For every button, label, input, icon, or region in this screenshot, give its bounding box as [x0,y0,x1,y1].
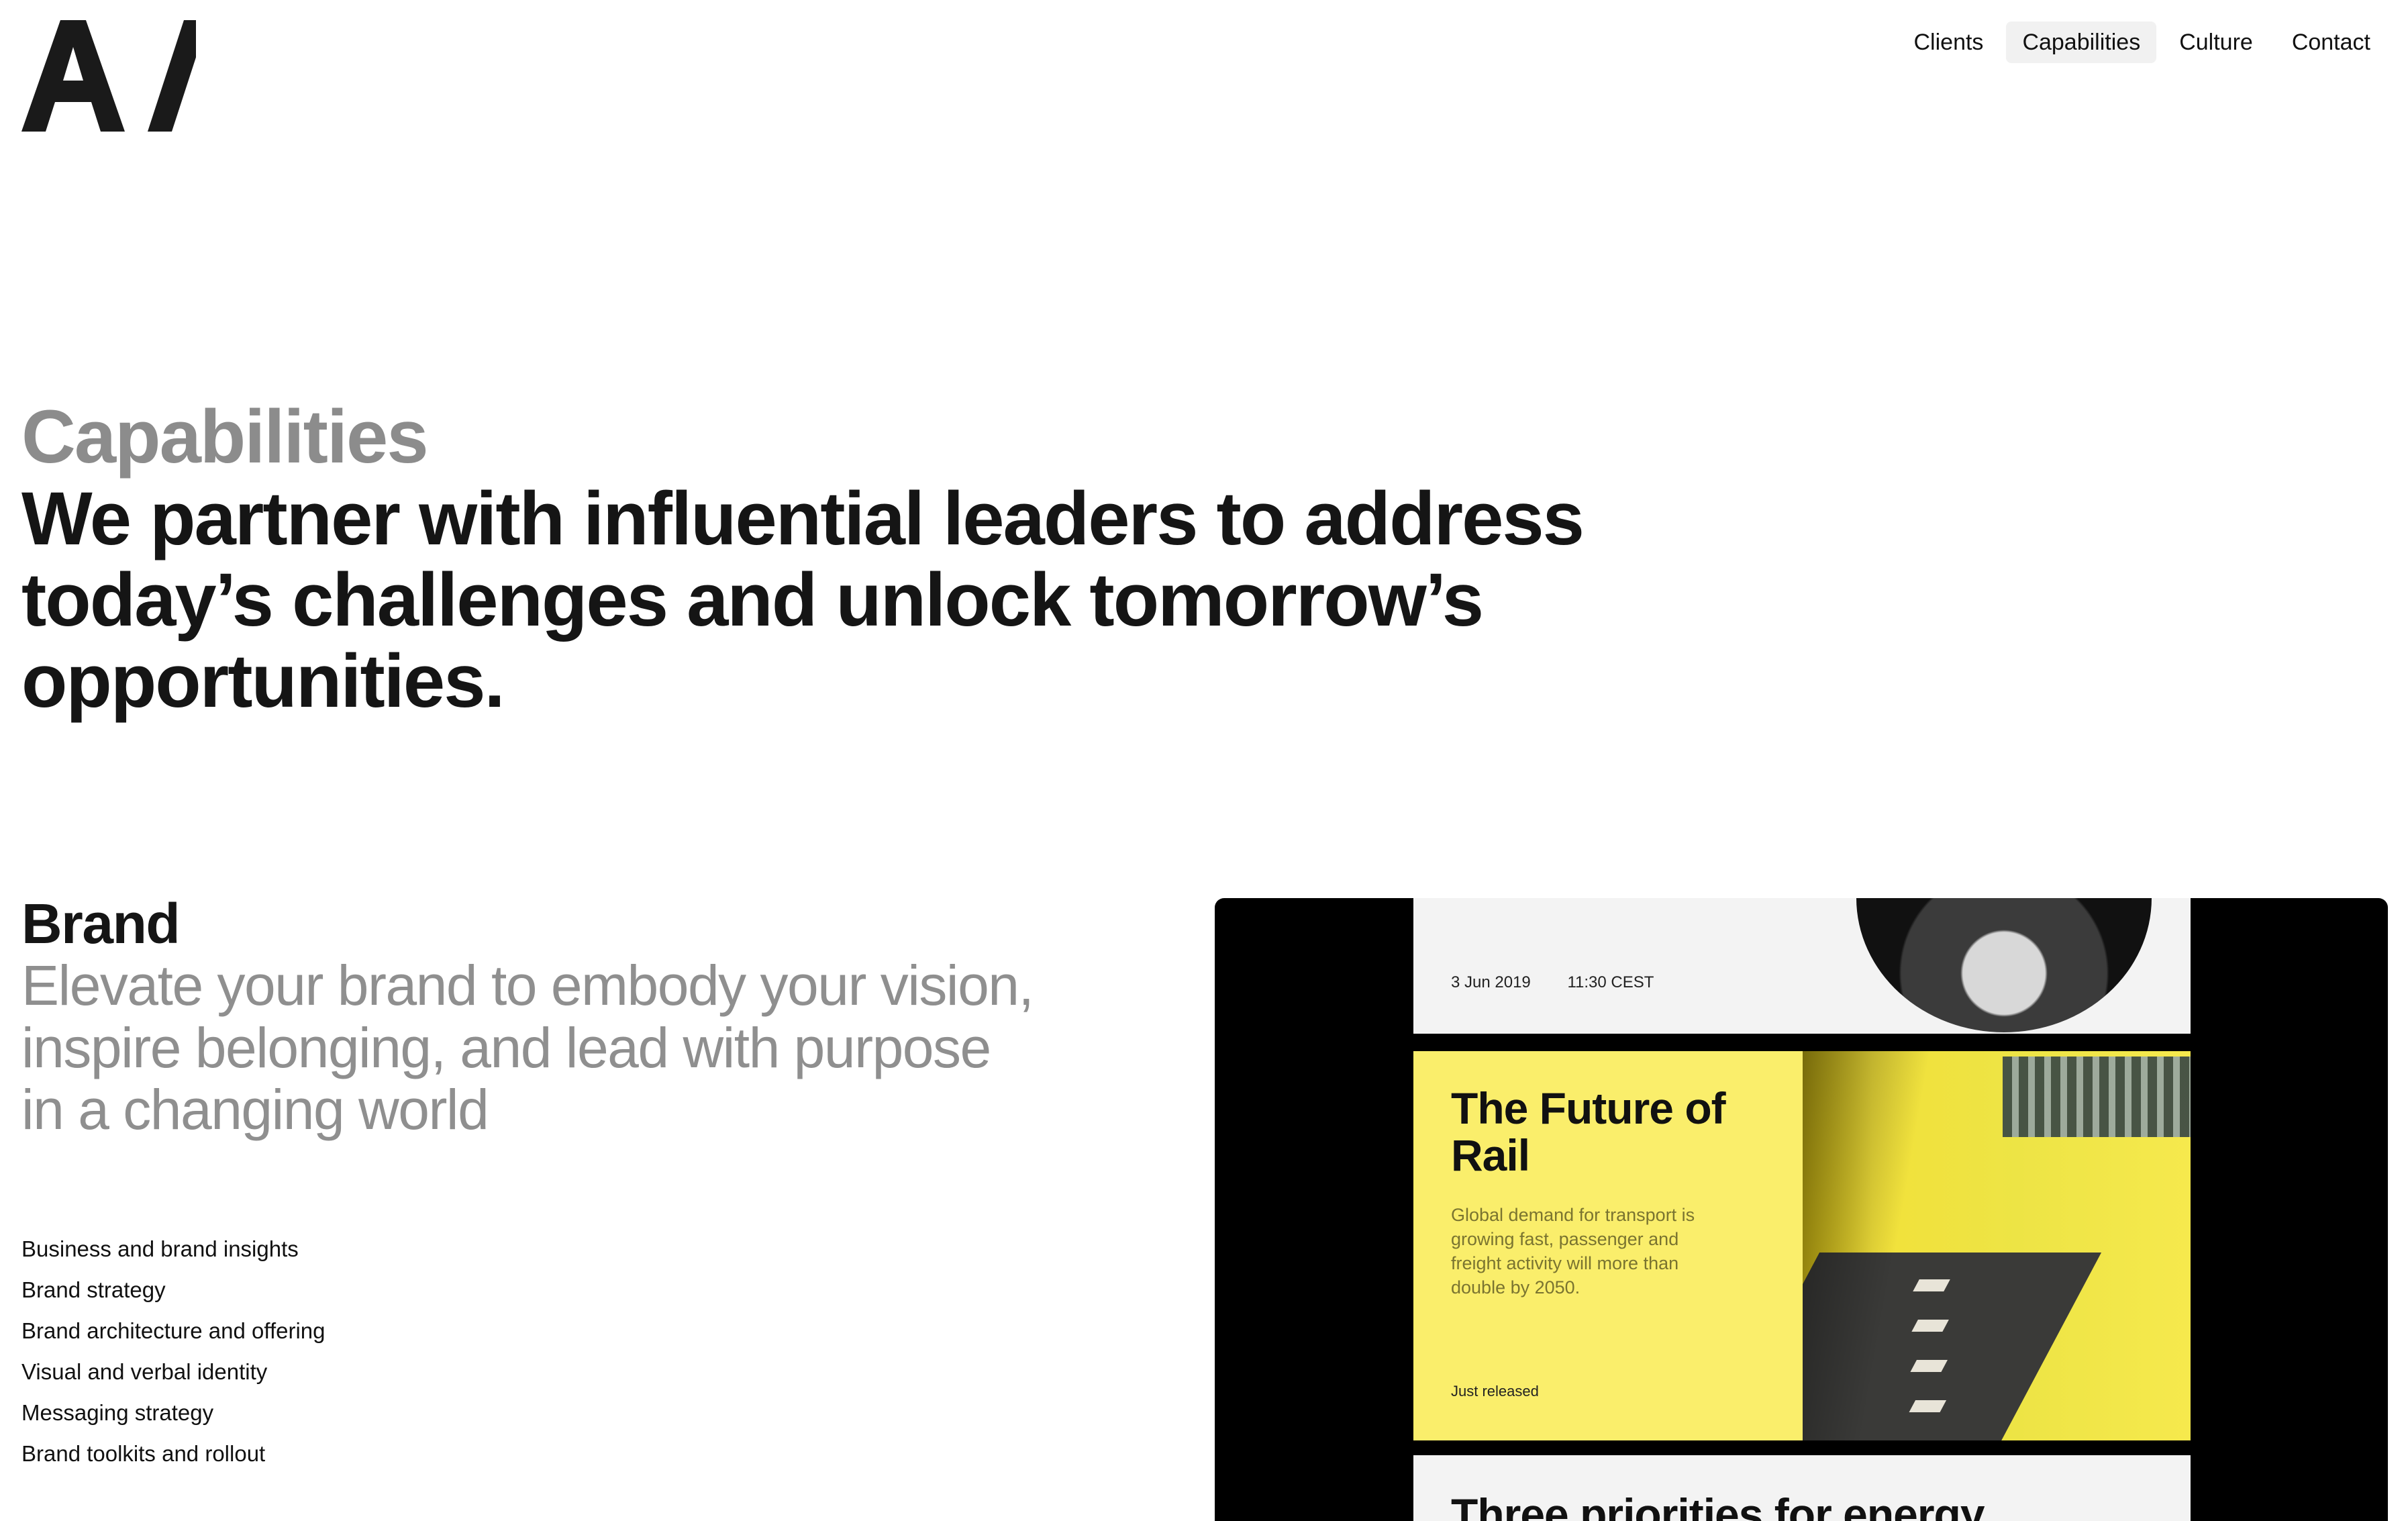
main-nav: Clients Capabilities Culture Contact [1891,21,2387,63]
portrait-image [1856,898,2152,1032]
article-status: Just released [1451,1383,1539,1400]
next-article-title: Three priorities for energy [1451,1489,1985,1521]
section-subtitle: Elevate your brand to embody your vision… [21,954,1034,1142]
train-photo [1803,1051,2191,1440]
section-title: Brand [21,892,181,955]
page-title: Capabilities [21,395,429,479]
photo-shadow [1803,1051,2191,1440]
article-time: 11:30 CEST [1567,973,1654,991]
logo[interactable] [21,12,196,133]
article-meta: 3 Jun 2019 11:30 CEST [1451,973,1686,992]
article-card: The Future of Rail Global demand for tra… [1413,1051,1803,1440]
capability-list: Business and brand insights Brand strate… [21,1228,1095,1474]
article-card-header: 3 Jun 2019 11:30 CEST [1413,898,2191,1034]
brand-section: Brand Elevate your brand to embody your … [21,893,1095,1474]
capability-item: Messaging strategy [21,1400,214,1425]
capability-item: Brand strategy [21,1277,166,1302]
nav-capabilities[interactable]: Capabilities [2006,21,2157,63]
capability-item: Brand architecture and offering [21,1318,325,1343]
next-article-card: Three priorities for energy [1413,1455,2191,1521]
hero-statement: We partner with influential leaders to a… [21,477,1585,724]
feature-showcase[interactable]: 3 Jun 2019 11:30 CEST The Future of Rail… [1215,898,2388,1521]
capability-item: Brand toolkits and rollout [21,1440,266,1466]
article-title: The Future of Rail [1451,1083,1726,1180]
capability-item: Visual and verbal identity [21,1359,268,1384]
article-date: 3 Jun 2019 [1451,973,1531,991]
article-summary: Global demand for transport is growing f… [1451,1205,1695,1297]
nav-culture[interactable]: Culture [2163,21,2269,63]
nav-contact[interactable]: Contact [2276,21,2387,63]
capability-item: Business and brand insights [21,1236,299,1261]
hero-section: Capabilities We partner with influential… [21,395,1968,722]
nav-clients[interactable]: Clients [1898,21,2000,63]
